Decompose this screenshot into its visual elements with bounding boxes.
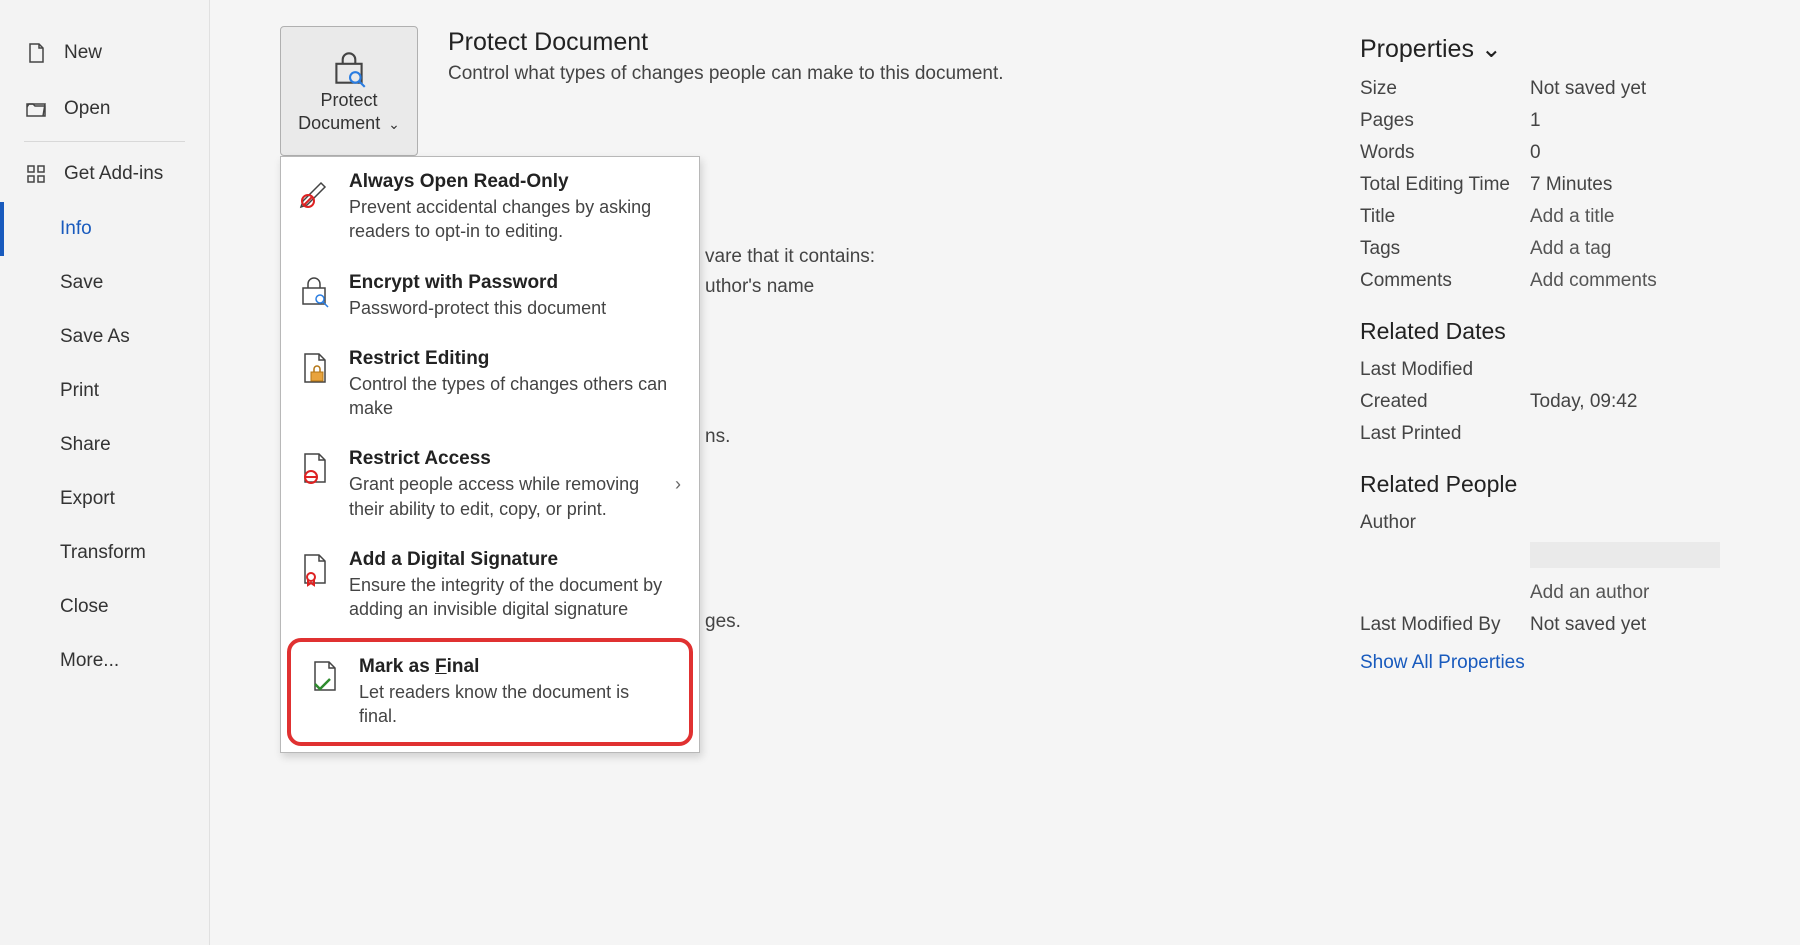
- author-label: Author: [1360, 512, 1530, 534]
- nav-info[interactable]: Info: [0, 202, 209, 256]
- last-modified-by-value: Not saved yet: [1530, 614, 1646, 636]
- nav-label: Save: [60, 272, 103, 294]
- button-line-2: Document: [298, 113, 380, 133]
- nav-label: Share: [60, 434, 111, 456]
- created-value: Today, 09:42: [1530, 391, 1637, 413]
- prop-words-label: Words: [1360, 142, 1530, 164]
- nav-label: Save As: [60, 326, 130, 348]
- menu-mark-as-final[interactable]: Mark as Final Let readers know the docum…: [287, 638, 693, 747]
- nav-label: Get Add-ins: [64, 163, 163, 185]
- nav-label: Print: [60, 380, 99, 402]
- menu-title: Always Open Read-Only: [349, 171, 681, 193]
- prop-size-label: Size: [1360, 78, 1530, 100]
- restrict-editing-icon: [297, 348, 333, 391]
- menu-encrypt-password[interactable]: Encrypt with Password Password-protect t…: [281, 258, 699, 334]
- menu-desc: Grant people access while removing their…: [349, 472, 659, 521]
- show-all-properties-link[interactable]: Show All Properties: [1360, 652, 1780, 674]
- protect-document-dropdown: Always Open Read-Only Prevent accidental…: [280, 156, 700, 753]
- protect-icon: [328, 47, 370, 89]
- prop-pages-value: 1: [1530, 110, 1541, 132]
- last-modified-by-label: Last Modified By: [1360, 614, 1530, 636]
- nav-label: New: [64, 42, 102, 64]
- related-dates-header: Related Dates: [1360, 318, 1780, 345]
- prop-size-value: Not saved yet: [1530, 78, 1646, 100]
- encrypt-icon: [297, 272, 333, 315]
- prop-editing-time-value: 7 Minutes: [1530, 174, 1612, 196]
- chevron-right-icon: ›: [675, 474, 681, 495]
- restrict-access-icon: [297, 448, 333, 491]
- prop-comments-label: Comments: [1360, 270, 1530, 292]
- nav-new[interactable]: New: [0, 25, 209, 81]
- menu-title: Mark as Final: [359, 656, 671, 678]
- prop-words-value: 0: [1530, 142, 1541, 164]
- main-panel: Protect Document ⌄ Protect Document Cont…: [210, 0, 1800, 945]
- new-document-icon: [24, 41, 48, 65]
- properties-panel: Properties ⌄ SizeNot saved yet Pages1 Wo…: [1360, 26, 1780, 915]
- nav-close[interactable]: Close: [0, 580, 209, 634]
- related-people-header: Related People: [1360, 471, 1780, 498]
- nav-label: Transform: [60, 542, 146, 564]
- menu-restrict-access[interactable]: Restrict Access Grant people access whil…: [281, 434, 699, 535]
- backstage-sidebar: New Open Get Add-ins Info Save Save As P…: [0, 0, 210, 945]
- nav-export[interactable]: Export: [0, 472, 209, 526]
- nav-more[interactable]: More...: [0, 634, 209, 688]
- menu-desc: Control the types of changes others can …: [349, 372, 681, 421]
- menu-desc: Prevent accidental changes by asking rea…: [349, 195, 681, 244]
- chevron-down-icon: ⌄: [384, 116, 400, 132]
- protect-document-button[interactable]: Protect Document ⌄: [280, 26, 418, 156]
- nav-label: Open: [64, 98, 110, 120]
- author-field[interactable]: [1530, 542, 1720, 568]
- addins-grid-icon: [24, 162, 48, 186]
- last-printed-label: Last Printed: [1360, 423, 1530, 445]
- menu-desc: Password-protect this document: [349, 296, 681, 320]
- divider: [24, 141, 185, 142]
- nav-label: More...: [60, 650, 119, 672]
- read-only-icon: [297, 171, 333, 214]
- menu-digital-signature[interactable]: Add a Digital Signature Ensure the integ…: [281, 535, 699, 636]
- menu-desc: Ensure the integrity of the document by …: [349, 573, 681, 622]
- obscured-text: ns.: [705, 426, 730, 448]
- nav-label: Info: [60, 218, 92, 240]
- nav-label: Export: [60, 488, 115, 510]
- menu-restrict-editing[interactable]: Restrict Editing Control the types of ch…: [281, 334, 699, 435]
- chevron-down-icon: ⌄: [1481, 35, 1502, 63]
- add-author-input[interactable]: Add an author: [1530, 582, 1649, 604]
- protect-title: Protect Document: [448, 28, 1004, 57]
- protect-description: Control what types of changes people can…: [448, 63, 1004, 85]
- left-column: Protect Document ⌄ Protect Document Cont…: [280, 26, 1120, 915]
- nav-print[interactable]: Print: [0, 364, 209, 418]
- menu-title: Restrict Editing: [349, 348, 681, 370]
- nav-get-addins[interactable]: Get Add-ins: [0, 146, 209, 202]
- nav-share[interactable]: Share: [0, 418, 209, 472]
- mark-final-icon: [307, 656, 343, 699]
- created-label: Created: [1360, 391, 1530, 413]
- nav-open[interactable]: Open: [0, 81, 209, 137]
- properties-header[interactable]: Properties ⌄: [1360, 34, 1780, 64]
- prop-tags-label: Tags: [1360, 238, 1530, 260]
- last-modified-label: Last Modified: [1360, 359, 1530, 381]
- button-line-1: Protect: [320, 90, 377, 110]
- prop-tags-input[interactable]: Add a tag: [1530, 238, 1611, 260]
- menu-always-read-only[interactable]: Always Open Read-Only Prevent accidental…: [281, 157, 699, 258]
- nav-transform[interactable]: Transform: [0, 526, 209, 580]
- folder-open-icon: [24, 97, 48, 121]
- obscured-text: ges.: [705, 611, 741, 633]
- obscured-text: uthor's name: [705, 276, 814, 298]
- prop-editing-time-label: Total Editing Time: [1360, 174, 1530, 196]
- nav-save-as[interactable]: Save As: [0, 310, 209, 364]
- menu-title: Add a Digital Signature: [349, 549, 681, 571]
- menu-title: Encrypt with Password: [349, 272, 681, 294]
- obscured-text: vare that it contains:: [705, 246, 875, 268]
- prop-comments-input[interactable]: Add comments: [1530, 270, 1657, 292]
- nav-label: Close: [60, 596, 109, 618]
- menu-desc: Let readers know the document is final.: [359, 680, 671, 729]
- menu-title: Restrict Access: [349, 448, 659, 470]
- nav-save[interactable]: Save: [0, 256, 209, 310]
- prop-pages-label: Pages: [1360, 110, 1530, 132]
- prop-title-label: Title: [1360, 206, 1530, 228]
- prop-title-input[interactable]: Add a title: [1530, 206, 1615, 228]
- signature-icon: [297, 549, 333, 592]
